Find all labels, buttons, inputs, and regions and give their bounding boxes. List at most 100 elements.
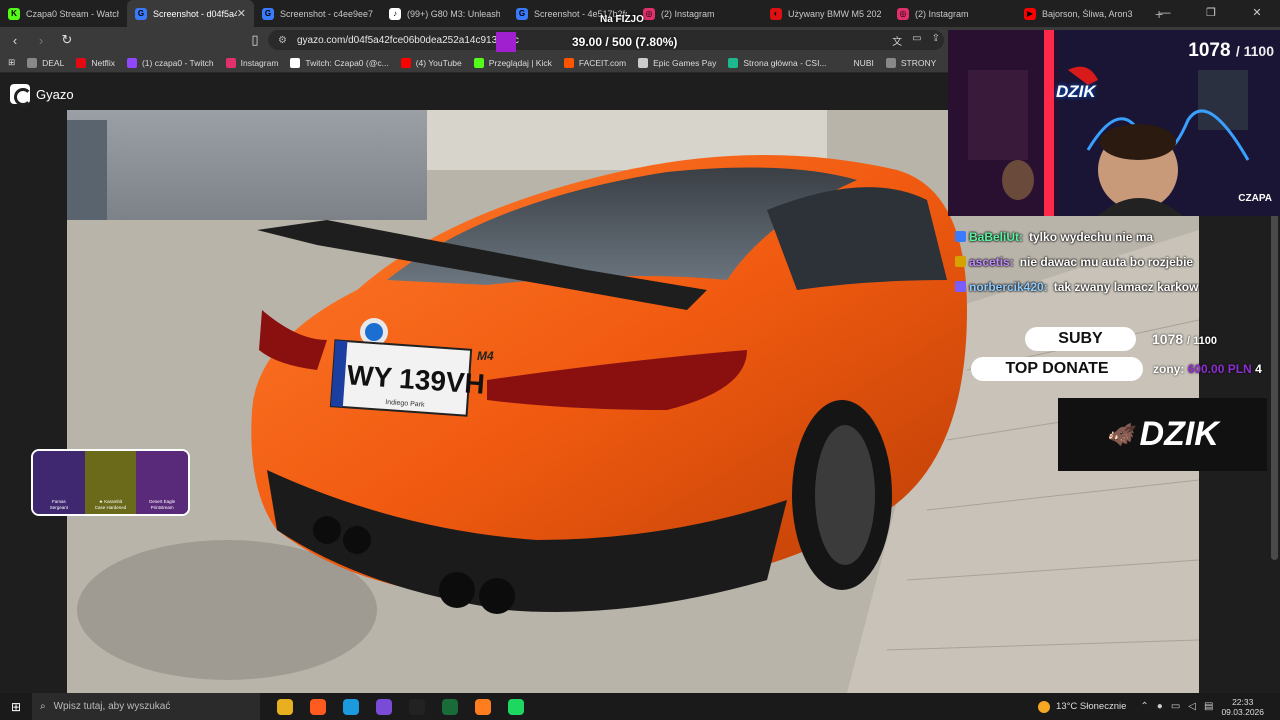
bookmark-item[interactable]: Epic Games Pay xyxy=(638,57,716,68)
taskbar-app[interactable] xyxy=(334,693,367,720)
bookmark-favicon-icon xyxy=(563,57,574,68)
bookmark-item[interactable]: Strona główna - CSI... xyxy=(728,57,827,68)
network-icon[interactable]: ▭ xyxy=(1171,701,1180,712)
gyazo-logo[interactable]: Gyazo xyxy=(10,84,74,106)
tab-favicon-icon: ♪ xyxy=(389,7,401,20)
skin-finish: Printstream xyxy=(150,505,174,510)
bookmark-item[interactable]: (4) YouTube xyxy=(400,57,462,68)
windows-start-icon[interactable]: ⊞ xyxy=(0,700,32,714)
browser-tab[interactable]: G Screenshot - c4ee9ee7bfa xyxy=(254,0,381,27)
bookmark-label: STRONY xyxy=(900,57,937,68)
tab-favicon-icon: ▶ xyxy=(1024,7,1036,20)
microphone-icon[interactable]: ● xyxy=(1157,701,1163,712)
chat-username: norbercik420: xyxy=(969,279,1048,294)
browser-tab[interactable]: ♪ (99+) G80 M3: Unleashing xyxy=(381,0,508,27)
webcam-brand-logo: DZIK xyxy=(1056,82,1096,101)
top-donate-extra: 4 xyxy=(1255,362,1262,376)
goal-title: Na FIZJO xyxy=(600,14,644,25)
app-icon xyxy=(276,698,293,715)
site-info-icon[interactable]: ⚙ xyxy=(278,35,287,46)
bookmark-item[interactable]: DEAL xyxy=(27,57,64,68)
taskbar-app[interactable] xyxy=(268,693,301,720)
app-icon xyxy=(474,698,491,715)
back-icon[interactable]: ‹ xyxy=(4,33,26,48)
bookmark-item[interactable]: (1) czapa0 - Twitch xyxy=(126,57,214,68)
speaker-icon[interactable]: ◁ xyxy=(1188,701,1196,712)
url-text: gyazo.com/d04f5a42fce06b0dea252a14c913a7… xyxy=(296,34,519,46)
bookmark-label: Strona główna - CSI... xyxy=(743,57,827,68)
taskbar-app[interactable] xyxy=(301,693,334,720)
top-donate-amount: 600.00 PLN xyxy=(1187,362,1252,376)
clock-date: 09.03.2026 xyxy=(1221,706,1264,717)
language-icon[interactable]: ▤ xyxy=(1204,701,1213,712)
bookmark-label: Instagram xyxy=(240,57,279,68)
share-icon[interactable]: ⇪ xyxy=(932,33,940,48)
bookmark-label: (4) YouTube xyxy=(415,57,462,68)
bookmark-item[interactable]: FACEIT.com xyxy=(563,57,627,68)
tab-favicon-icon: G xyxy=(262,7,274,20)
browser-tab[interactable]: ▶ Bajorson, Śliwa, Aron3 xyxy=(1016,0,1143,27)
bookmark-label: NUBI xyxy=(853,57,874,68)
gyazo-logo-icon xyxy=(10,84,32,106)
chat-text: tak zwany lamacz karkow xyxy=(1053,279,1199,294)
bookmark-favicon-icon xyxy=(400,57,411,68)
browser-tab[interactable]: ◎ (2) Instagram xyxy=(635,0,762,27)
system-tray: 13°C Słonecznie ⌃ ● ▭ ◁ ▤ 22:33 09.03.20… xyxy=(1038,693,1280,720)
screen: K Czapa0 Stream - Watch Li G Screenshot - d… xyxy=(0,0,1280,720)
bookmark-label: FACEIT.com xyxy=(578,57,627,68)
taskbar-app[interactable] xyxy=(367,693,400,720)
chat-text: nie dawac mu auta bo rozjebie xyxy=(1019,254,1194,269)
app-icon xyxy=(375,698,392,715)
bookmark-item[interactable]: Netflix xyxy=(76,57,115,68)
taskbar-app[interactable] xyxy=(466,693,499,720)
bookmark-item[interactable]: Przeglądaj | Kick xyxy=(473,57,552,68)
browser-tab[interactable]: G Screenshot - d04f5a4 ✕ xyxy=(127,0,254,27)
taskbar-search-placeholder: Wpisz tutaj, aby wyszukać xyxy=(53,701,171,712)
sub-count: 1078 xyxy=(1188,40,1231,61)
taskbar-search[interactable]: ⌕ Wpisz tutaj, aby wyszukać xyxy=(32,693,260,720)
sub-goal: / 1100 xyxy=(1235,43,1274,59)
browser-tab[interactable]: K Czapa0 Stream - Watch Li xyxy=(0,0,127,27)
minimize-icon[interactable]: — xyxy=(1142,0,1188,27)
chat-message: norbercik420: tak zwany lamacz karkow xyxy=(955,274,1255,299)
tab-title: Screenshot - c4ee9ee7bfa xyxy=(280,8,373,19)
tab-title: (2) Instagram xyxy=(915,8,969,19)
cast-icon[interactable]: ▭ xyxy=(912,33,921,48)
top-donate-value: zony: 600.00 PLN 4 xyxy=(1153,362,1262,376)
close-icon[interactable]: ✕ xyxy=(1234,0,1280,27)
translate-icon[interactable]: 文 xyxy=(892,33,902,48)
bookmark-item[interactable]: STRONY xyxy=(885,57,937,68)
chat-overlay: BaBeliUt: tylko wydechu nie ma ascetis: nie… xyxy=(955,224,1255,299)
taskbar-app[interactable] xyxy=(433,693,466,720)
taskbar-clock[interactable]: 22:33 09.03.2026 xyxy=(1221,697,1264,717)
chevron-up-icon[interactable]: ⌃ xyxy=(1140,701,1148,712)
browser-tab[interactable]: ◐ Używany BMW M5 2025 - xyxy=(762,0,889,27)
bookmark-favicon-icon xyxy=(638,57,649,68)
chat-text: tylko wydechu nie ma xyxy=(1029,229,1154,244)
case-skin-item: Desert Eagle Printstream xyxy=(136,451,188,514)
bookmark-favicon-icon xyxy=(885,57,896,68)
reload-icon[interactable]: ↻ xyxy=(56,32,78,48)
forward-icon[interactable]: › xyxy=(30,33,52,48)
chat-username: BaBeliUt: xyxy=(969,229,1024,244)
bookmark-item[interactable]: Instagram xyxy=(225,57,279,68)
tab-title: Używany BMW M5 2025 - xyxy=(788,8,881,19)
bookmark-favicon-icon xyxy=(838,57,849,68)
apps-grid-icon[interactable]: ⊞ xyxy=(8,57,15,68)
case-skin-item: ★ Karambit Case Hardened xyxy=(84,451,137,514)
tab-favicon-icon: ◎ xyxy=(897,7,909,20)
taskbar-app[interactable] xyxy=(499,693,532,720)
chat-username: ascetis: xyxy=(969,254,1014,269)
bookmark-item[interactable]: Twitch: Czapa0 (@c... xyxy=(290,57,389,68)
browser-tab[interactable]: ◎ (2) Instagram xyxy=(889,0,1016,27)
toolbar-icons: 文 ▭ ⇪ xyxy=(892,33,940,48)
weather-widget[interactable]: 13°C Słonecznie xyxy=(1038,700,1126,713)
taskbar-app[interactable] xyxy=(400,693,433,720)
tab-title: Bajorson, Śliwa, Aron3 xyxy=(1042,8,1133,19)
tab-close-icon[interactable]: ✕ xyxy=(237,7,246,20)
subs-goal: SUBY 1078 / 1100 xyxy=(1025,327,1217,351)
bookmark-icon[interactable]: ▯ xyxy=(244,32,266,48)
sub-counter: 1078 / 1100 xyxy=(1188,40,1274,62)
bookmark-item[interactable]: NUBI xyxy=(838,57,874,68)
restore-icon[interactable]: ❐ xyxy=(1188,0,1234,27)
